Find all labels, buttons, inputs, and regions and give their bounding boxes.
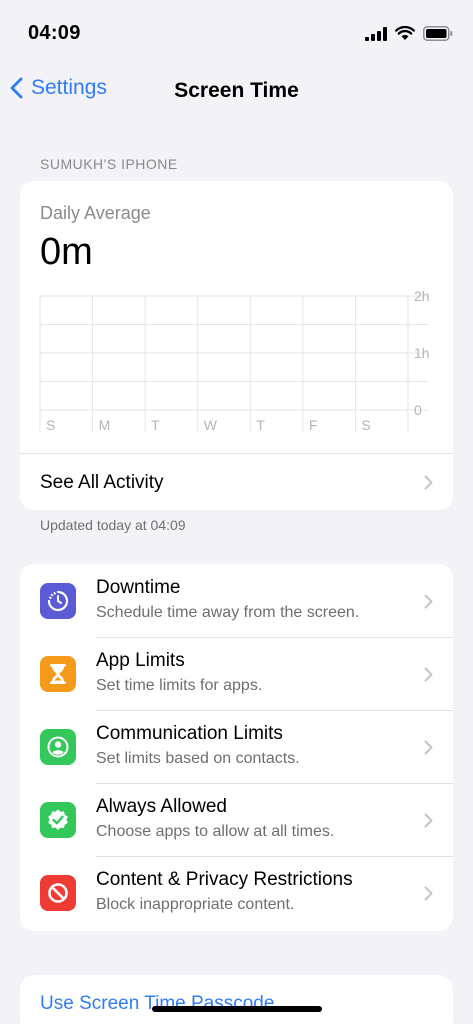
- chevron-right-icon: [424, 667, 433, 682]
- chevron-right-icon: [424, 886, 433, 901]
- status-time: 04:09: [28, 22, 81, 44]
- communication-limits-title: Communication Limits: [96, 723, 283, 744]
- see-all-activity-label: See All Activity: [40, 472, 164, 493]
- chart-x-tick-label: S: [46, 417, 55, 433]
- activity-card: Daily Average 0m 2h 1h 0 S M T W T F S See All Ac…: [20, 181, 453, 510]
- app-limits-row[interactable]: App Limits Set time limits for apps.: [20, 637, 453, 710]
- hourglass-icon: [40, 656, 76, 692]
- downtime-title: Downtime: [96, 577, 181, 598]
- chart-grid: [39, 295, 428, 432]
- always-allowed-title: Always Allowed: [96, 796, 227, 817]
- communication-limits-row[interactable]: Communication Limits Set limits based on…: [20, 710, 453, 783]
- chart-y-tick-label: 1h: [414, 345, 430, 361]
- always-allowed-row[interactable]: Always Allowed Choose apps to allow at a…: [20, 783, 453, 856]
- app-limits-title: App Limits: [96, 650, 185, 671]
- chart-x-tick-label: S: [361, 417, 370, 433]
- restriction-icon: [40, 875, 76, 911]
- usage-chart[interactable]: 2h 1h 0 S M T W T F S: [20, 181, 453, 453]
- always-allowed-subtitle: Choose apps to allow at all times.: [96, 823, 335, 840]
- page-title: Screen Time: [174, 79, 299, 102]
- downtime-row[interactable]: Downtime Schedule time away from the scr…: [20, 564, 453, 637]
- options-card: Downtime Schedule time away from the scr…: [20, 564, 453, 931]
- chart-x-tick-label: T: [151, 417, 160, 433]
- chart-x-tick-label: T: [256, 417, 265, 433]
- downtime-subtitle: Schedule time away from the screen.: [96, 604, 360, 621]
- chevron-right-icon: [424, 740, 433, 755]
- see-all-activity-row[interactable]: See All Activity: [20, 453, 453, 510]
- content-privacy-row[interactable]: Content & Privacy Restrictions Block ina…: [20, 856, 453, 929]
- wifi-icon: [395, 26, 415, 40]
- chart-x-tick-label: M: [99, 417, 111, 433]
- home-indicator[interactable]: [152, 1006, 322, 1012]
- content-privacy-subtitle: Block inappropriate content.: [96, 896, 295, 913]
- chevron-right-icon: [424, 475, 433, 490]
- downtime-icon: [40, 583, 76, 619]
- app-limits-subtitle: Set time limits for apps.: [96, 677, 263, 694]
- status-icons: [365, 26, 453, 41]
- signal-icon: [365, 26, 387, 41]
- check-badge-icon: [40, 802, 76, 838]
- section-header: SUMUKH'S IPHONE: [40, 156, 178, 172]
- content-privacy-title: Content & Privacy Restrictions: [96, 869, 353, 890]
- contact-icon: [40, 729, 76, 765]
- passcode-card: Use Screen Time Passcode: [20, 975, 453, 1024]
- chart-y-tick-label: 2h: [414, 288, 430, 304]
- chevron-right-icon: [424, 594, 433, 609]
- chevron-right-icon: [424, 813, 433, 828]
- updated-timestamp: Updated today at 04:09: [40, 517, 186, 533]
- communication-limits-subtitle: Set limits based on contacts.: [96, 750, 300, 767]
- nav-bar: Settings Screen Time: [0, 66, 473, 116]
- chart-x-tick-label: F: [309, 417, 318, 433]
- battery-icon: [423, 26, 453, 41]
- chart-y-tick-label: 0: [414, 402, 422, 418]
- status-bar: 04:09: [0, 0, 473, 64]
- chart-x-tick-label: W: [204, 417, 218, 433]
